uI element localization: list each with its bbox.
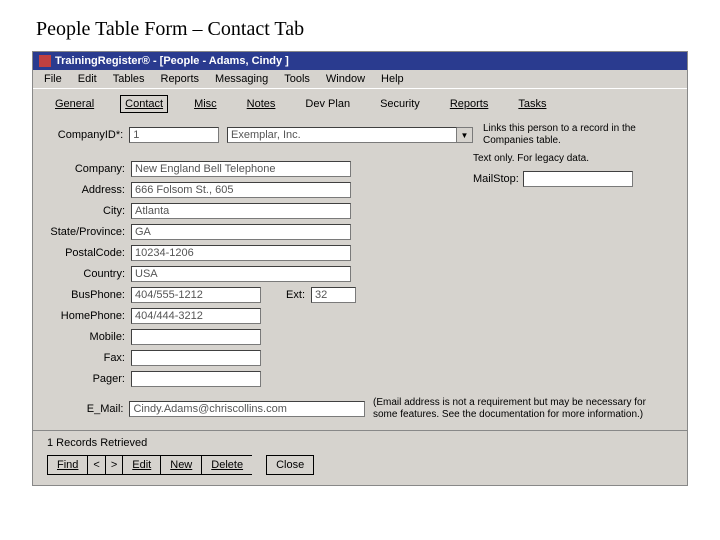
new-button[interactable]: New — [160, 455, 201, 475]
city-field[interactable] — [131, 203, 351, 219]
label-address: Address: — [47, 184, 131, 196]
app-icon — [39, 55, 51, 67]
mailstop-field[interactable] — [523, 171, 633, 187]
menu-messaging[interactable]: Messaging — [208, 72, 275, 86]
label-company: Company: — [47, 163, 131, 175]
delete-button-label: Delete — [211, 459, 243, 471]
label-ext: Ext: — [261, 289, 311, 301]
tab-tasks[interactable]: Tasks — [514, 96, 550, 112]
label-city: City: — [47, 205, 131, 217]
label-companyid: CompanyID*: — [47, 129, 129, 141]
next-button[interactable]: > — [105, 455, 122, 475]
tab-security[interactable]: Security — [376, 96, 424, 112]
tab-tasks-label: Tasks — [518, 98, 546, 110]
chevron-down-icon[interactable]: ▼ — [457, 127, 473, 143]
label-mailstop: MailStop: — [473, 173, 519, 185]
email-field[interactable] — [129, 401, 365, 417]
fax-field[interactable] — [131, 350, 261, 366]
menu-file[interactable]: File — [37, 72, 69, 86]
tab-notes-label: Notes — [247, 98, 276, 110]
tab-contact-label: Contact — [125, 98, 163, 110]
tab-security-label: Security — [380, 98, 420, 110]
label-postal: PostalCode: — [47, 247, 131, 259]
pager-field[interactable] — [131, 371, 261, 387]
label-mobile: Mobile: — [47, 331, 131, 343]
legacy-note: Text only. For legacy data. — [473, 153, 589, 164]
menu-reports[interactable]: Reports — [154, 72, 207, 86]
find-button[interactable]: Find — [47, 455, 87, 475]
menu-tools[interactable]: Tools — [277, 72, 317, 86]
tab-misc-label: Misc — [194, 98, 217, 110]
tab-devplan[interactable]: Dev Plan — [301, 96, 354, 112]
busphone-field[interactable] — [131, 287, 261, 303]
label-homephone: HomePhone: — [47, 310, 131, 322]
form-area: CompanyID*: ▼ Links this person to a rec… — [33, 113, 687, 430]
close-button[interactable]: Close — [266, 455, 314, 475]
mobile-field[interactable] — [131, 329, 261, 345]
tab-misc[interactable]: Misc — [190, 96, 221, 112]
company-field[interactable] — [131, 161, 351, 177]
ext-field[interactable] — [311, 287, 356, 303]
menu-help[interactable]: Help — [374, 72, 411, 86]
menu-window[interactable]: Window — [319, 72, 372, 86]
close-button-label: Close — [276, 459, 304, 471]
delete-button[interactable]: Delete — [201, 455, 252, 475]
tab-devplan-label: Dev Plan — [305, 98, 350, 110]
edit-button-label: Edit — [132, 459, 151, 471]
tab-reports[interactable]: Reports — [446, 96, 493, 112]
window-title: TrainingRegister® - [People - Adams, Cin… — [55, 55, 289, 67]
new-button-label: New — [170, 459, 192, 471]
prev-button[interactable]: < — [87, 455, 104, 475]
document-heading: People Table Form – Contact Tab — [36, 18, 720, 41]
tab-contact[interactable]: Contact — [120, 95, 168, 113]
companyid-note: Links this person to a record in the Com… — [483, 123, 673, 147]
company-combo[interactable]: ▼ — [227, 127, 473, 143]
tabbar: General Contact Misc Notes Dev Plan Secu… — [33, 89, 687, 113]
label-email: E_Mail: — [47, 403, 129, 415]
label-pager: Pager: — [47, 373, 131, 385]
label-country: Country: — [47, 268, 131, 280]
postal-field[interactable] — [131, 245, 351, 261]
homephone-field[interactable] — [131, 308, 261, 324]
menubar: File Edit Tables Reports Messaging Tools… — [33, 70, 687, 89]
company-combo-field[interactable] — [227, 127, 457, 143]
records-retrieved: 1 Records Retrieved — [47, 437, 673, 449]
email-note: (Email address is not a requirement but … — [373, 397, 673, 421]
address-field[interactable] — [131, 182, 351, 198]
label-stateprov: State/Province: — [47, 226, 131, 238]
menu-tables[interactable]: Tables — [106, 72, 152, 86]
tab-reports-label: Reports — [450, 98, 489, 110]
tab-general-label: General — [55, 98, 94, 110]
button-bar: Find < > Edit New Delete Close — [47, 455, 673, 475]
label-busphone: BusPhone: — [47, 289, 131, 301]
stateprov-field[interactable] — [131, 224, 351, 240]
country-field[interactable] — [131, 266, 351, 282]
find-button-label: Find — [57, 459, 78, 471]
tab-general[interactable]: General — [51, 96, 98, 112]
menu-edit[interactable]: Edit — [71, 72, 104, 86]
edit-button[interactable]: Edit — [122, 455, 160, 475]
companyid-field[interactable] — [129, 127, 219, 143]
tab-notes[interactable]: Notes — [243, 96, 280, 112]
label-fax: Fax: — [47, 352, 131, 364]
footer: 1 Records Retrieved Find < > Edit New De… — [33, 430, 687, 485]
titlebar: TrainingRegister® - [People - Adams, Cin… — [33, 52, 687, 70]
app-window: TrainingRegister® - [People - Adams, Cin… — [32, 51, 688, 486]
